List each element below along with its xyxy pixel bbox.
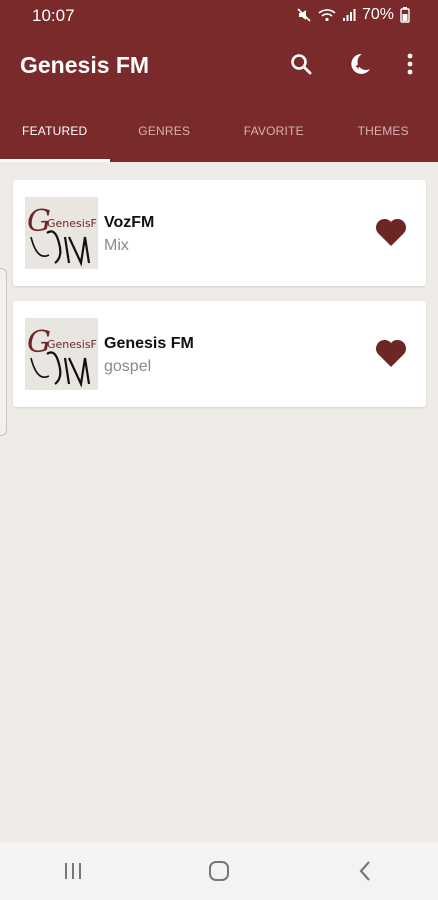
edge-panel-handle[interactable] [0, 268, 7, 436]
status-time: 10:07 [32, 6, 75, 25]
svg-text:GenesisFM: GenesisFM [47, 217, 98, 230]
tab-favorite[interactable]: FAVORITE [219, 100, 329, 162]
station-logo: G GenesisFM [25, 318, 98, 390]
search-icon[interactable] [287, 50, 315, 78]
svg-text:GenesisFM: GenesisFM [47, 338, 98, 351]
tab-genres[interactable]: GENRES [110, 100, 220, 162]
tab-bar: FEATURED GENRES FAVORITE THEMES [0, 100, 438, 162]
home-icon[interactable] [199, 851, 239, 891]
system-nav-bar [0, 842, 438, 900]
heart-icon[interactable] [374, 337, 408, 369]
night-mode-icon[interactable] [346, 50, 374, 78]
station-genre: gospel [104, 358, 152, 375]
station-genre: Mix [104, 237, 129, 254]
station-card-vozfm[interactable]: G GenesisFM VozFM Mix [13, 180, 426, 286]
signal-icon [342, 9, 356, 21]
recents-icon[interactable] [53, 851, 93, 891]
wifi-icon [318, 9, 336, 22]
status-bar: 10:07 70% [0, 0, 438, 30]
battery-percent: 70% [361, 6, 394, 23]
status-icons: 70% [296, 6, 410, 24]
station-name: VozFM [104, 214, 155, 231]
heart-icon[interactable] [374, 216, 408, 248]
station-name: Genesis FM [104, 335, 194, 352]
station-card-genesis-fm[interactable]: G GenesisFM Genesis FM gospel [13, 301, 426, 407]
mute-icon [297, 8, 311, 22]
station-logo: G GenesisFM [25, 197, 98, 269]
tab-featured[interactable]: FEATURED [0, 100, 110, 162]
more-vert-icon[interactable] [396, 50, 424, 78]
app-bar: Genesis FM [0, 30, 438, 100]
app-title: Genesis FM [20, 52, 150, 78]
battery-icon [400, 7, 410, 23]
tab-themes[interactable]: THEMES [329, 100, 438, 162]
back-icon[interactable] [345, 851, 385, 891]
